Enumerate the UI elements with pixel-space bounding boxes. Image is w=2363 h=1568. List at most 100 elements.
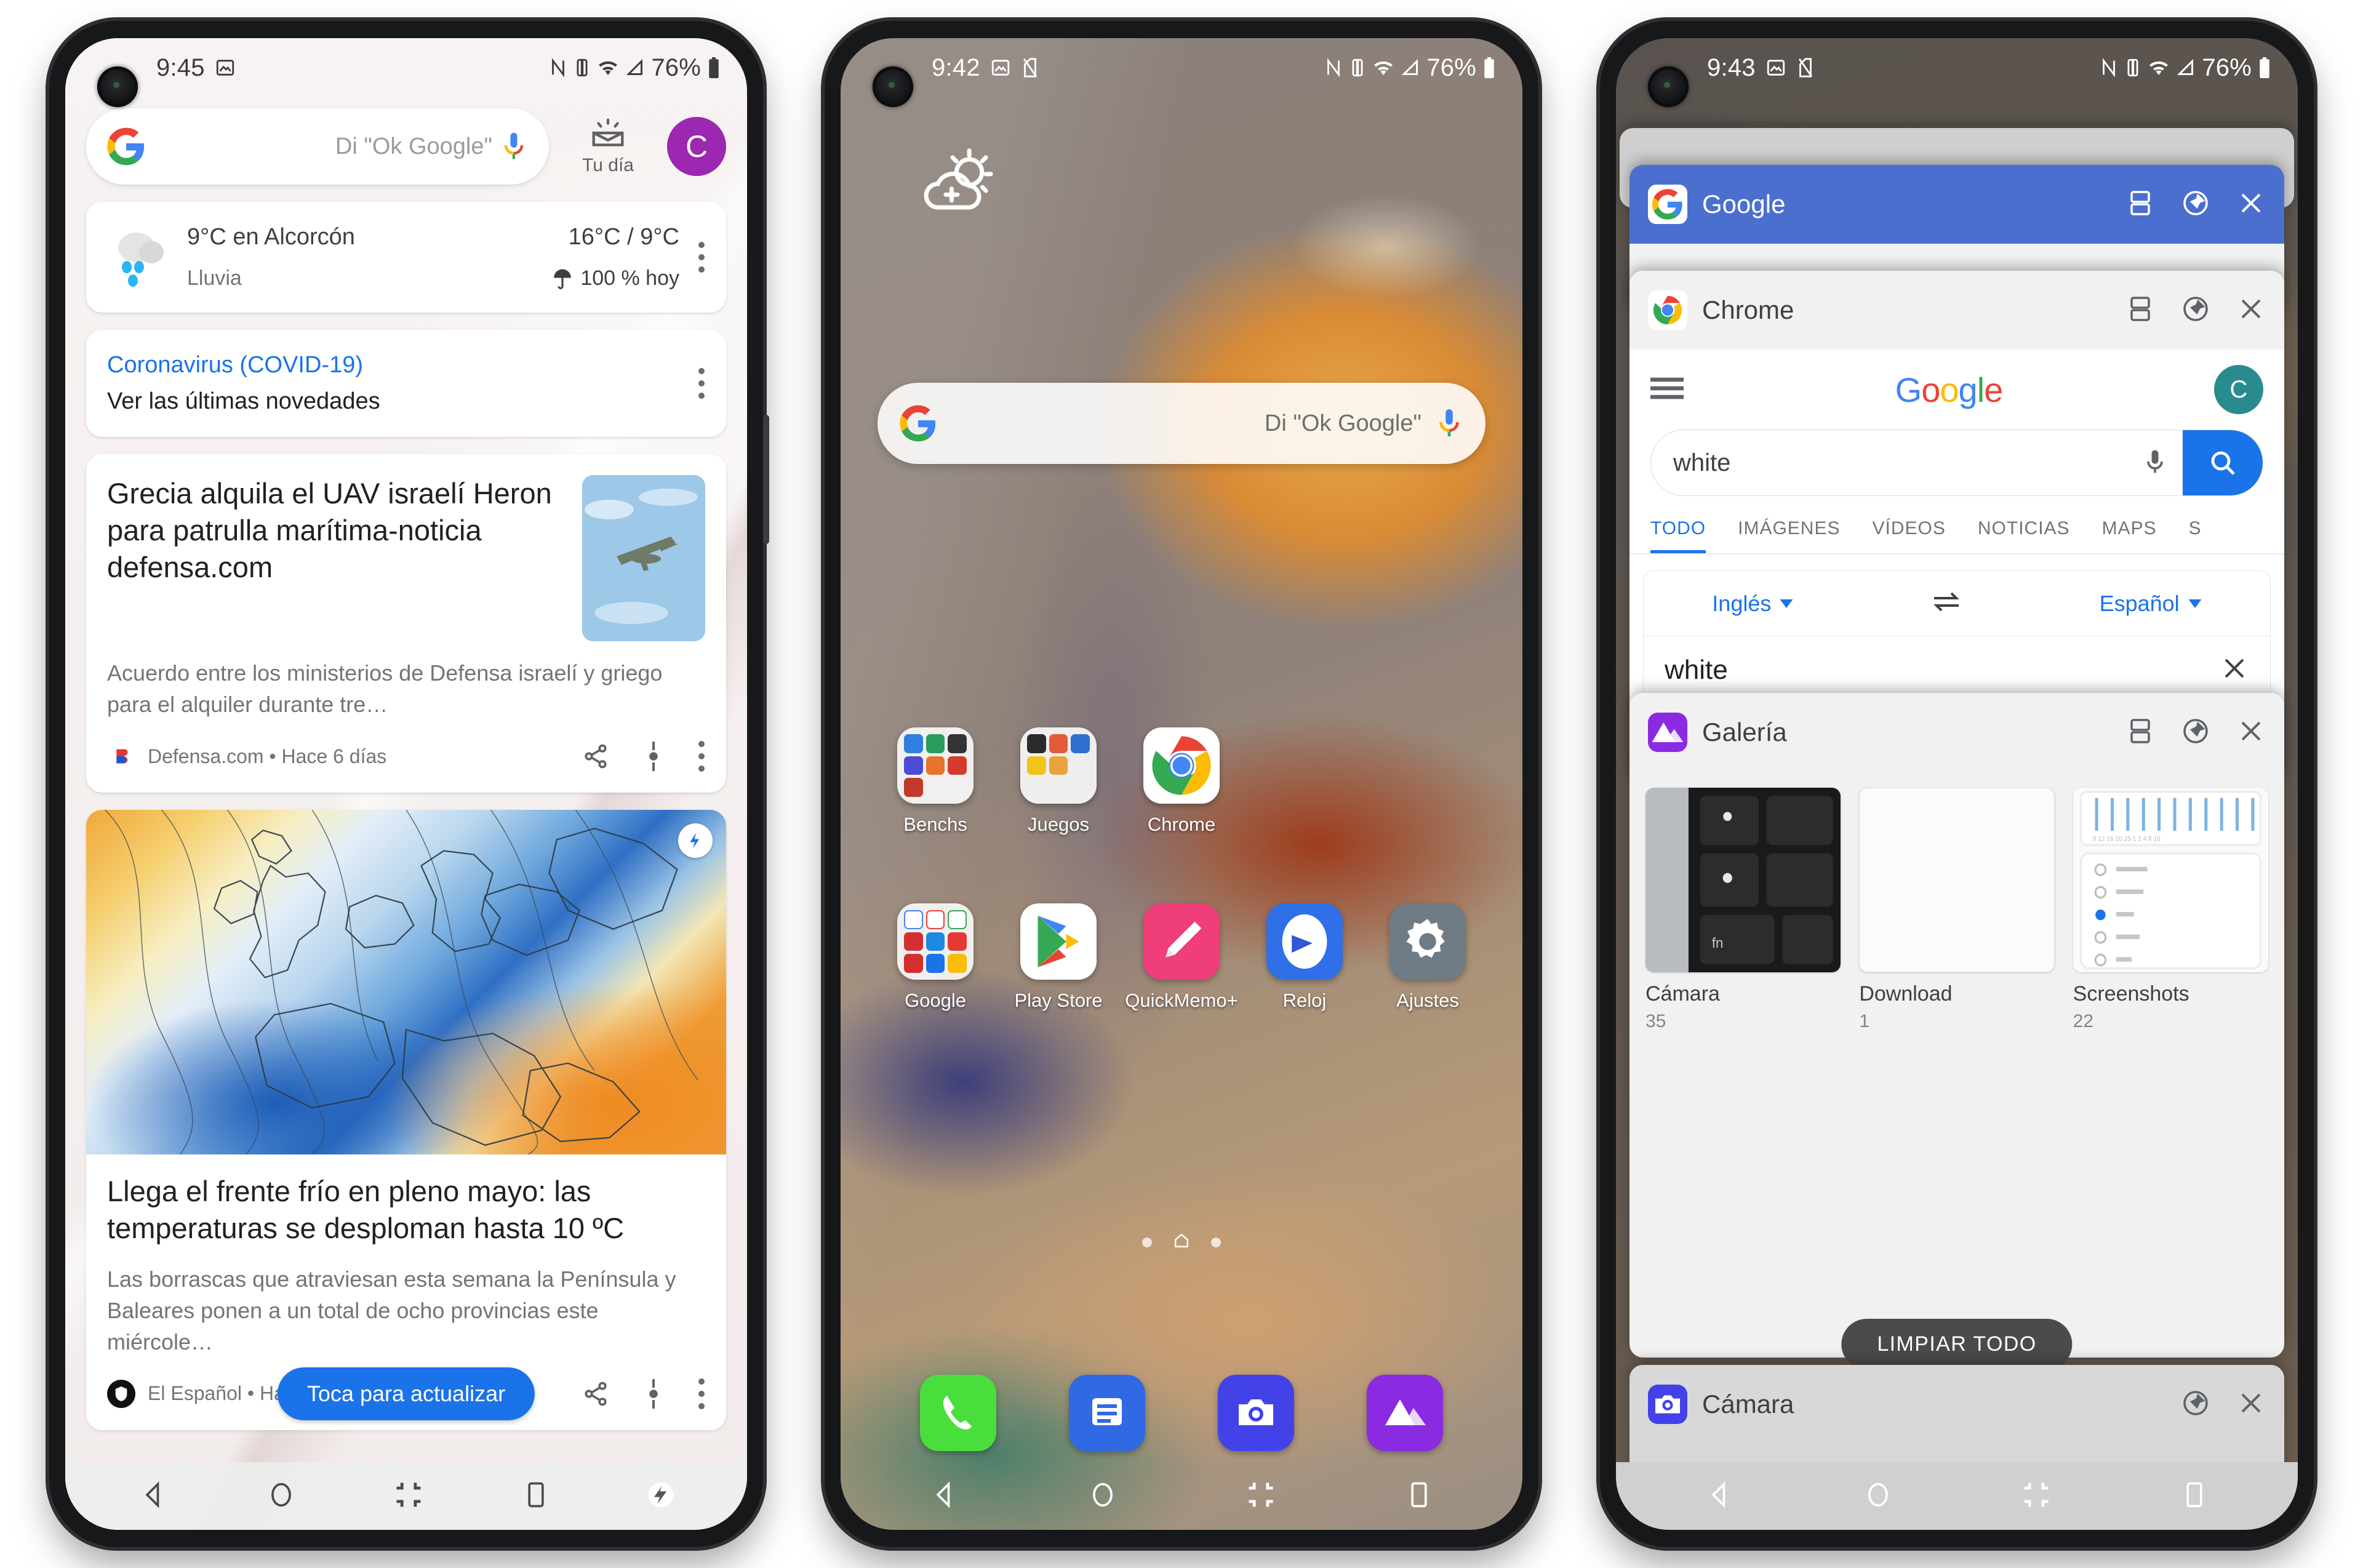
source-language-select[interactable]: Inglés	[1712, 591, 1793, 617]
swap-icon[interactable]	[1930, 590, 1962, 617]
share-icon[interactable]	[582, 1380, 609, 1407]
pin-icon[interactable]	[2181, 1388, 2210, 1421]
kebab-menu-icon[interactable]	[698, 741, 705, 772]
feature-card[interactable]: Llega el frente frío en pleno mayo: las …	[86, 810, 726, 1430]
avatar[interactable]: C	[2213, 365, 2263, 414]
gallery-album[interactable]: 8 12 16 20 25 1 2 4 8 16 Screenshots 22	[2073, 788, 2268, 1032]
messages-icon[interactable]	[1069, 1375, 1145, 1451]
rain-cloud-icon	[107, 220, 181, 294]
google-g-icon	[900, 405, 937, 442]
tab-videos[interactable]: VÍDEOS	[1873, 507, 1946, 553]
app-quickmemo[interactable]: QuickMemo+	[1120, 903, 1243, 1012]
mic-icon[interactable]	[2145, 448, 2165, 478]
clear-all-button[interactable]: LIMPIAR TODO	[1841, 1319, 2073, 1370]
split-screen-icon[interactable]	[2125, 188, 2155, 221]
more-vert-thin-icon[interactable]	[647, 742, 660, 772]
google-search-pill[interactable]: Di "Ok Google"	[86, 108, 549, 185]
back-icon[interactable]	[1704, 1479, 1736, 1514]
more-vert-thin-icon[interactable]	[647, 1378, 660, 1409]
weather-temp-location: 9°C en Alcorcón	[187, 224, 355, 250]
tab-more[interactable]: S	[2189, 507, 2202, 553]
tab-imagenes[interactable]: IMÁGENES	[1738, 507, 1840, 553]
pin-icon[interactable]	[2181, 716, 2210, 749]
refresh-button[interactable]: Toca para actualizar	[277, 1367, 535, 1420]
cloud-sun-add-icon[interactable]	[914, 143, 1001, 229]
back-icon[interactable]	[138, 1479, 170, 1514]
close-icon[interactable]	[2236, 1388, 2266, 1421]
gallery-album[interactable]: fn Cámara 35	[1645, 788, 1841, 1032]
avatar[interactable]: C	[667, 117, 726, 176]
close-icon[interactable]	[2236, 188, 2266, 221]
app-folder-google[interactable]: Google	[874, 903, 997, 1012]
weather-rain-chance: 100 % hoy	[580, 266, 679, 290]
phone-icon[interactable]	[920, 1375, 996, 1451]
covid-card[interactable]: Coronavirus (COVID-19) Ver las últimas n…	[86, 330, 726, 437]
recents-icon[interactable]	[1403, 1479, 1435, 1514]
search-button[interactable]	[2183, 430, 2263, 495]
your-day-button[interactable]: Tu día	[565, 117, 651, 176]
gallery-album[interactable]: Download 1	[1859, 788, 2055, 1032]
app-chrome[interactable]: Chrome	[1120, 727, 1243, 836]
pin-icon[interactable]	[2181, 294, 2210, 327]
split-screen-icon[interactable]	[2125, 294, 2155, 327]
recent-card-header: Galería	[1629, 693, 2284, 772]
app-folder-benchs[interactable]: Benchs	[874, 727, 997, 836]
pin-icon[interactable]	[2181, 188, 2210, 221]
quickmemo-icon	[1143, 903, 1220, 980]
page-dot[interactable]	[1211, 1237, 1221, 1247]
mic-icon[interactable]	[1435, 407, 1463, 440]
kebab-menu-icon[interactable]	[698, 242, 705, 273]
recents-icon[interactable]	[2178, 1479, 2210, 1514]
target-language-select[interactable]: Español	[2100, 591, 2202, 617]
camera-icon[interactable]	[1218, 1375, 1294, 1451]
home-icon[interactable]	[265, 1479, 297, 1514]
collapse-icon[interactable]	[393, 1479, 425, 1514]
split-screen-icon[interactable]	[2125, 716, 2155, 749]
translate-input-value: white	[1665, 654, 1728, 685]
back-icon[interactable]	[929, 1479, 961, 1514]
app-label: Benchs	[903, 814, 967, 835]
news-card[interactable]: Grecia alquila el UAV israelí Heron para…	[86, 454, 726, 793]
app-grid: Benchs Juegos Chrome Google Play Store Q…	[841, 727, 1522, 1012]
phone-home: 9:42 76% Di "Ok Google" Benchs Juegos Ch…	[825, 21, 1538, 1547]
recent-card-galeria[interactable]: Galería fn Cámara 35 Download 1 8 12 16 …	[1629, 693, 2284, 1358]
gallery-icon	[1648, 713, 1687, 752]
volume-button[interactable]	[763, 415, 769, 544]
chrome-icon	[1143, 727, 1220, 804]
close-icon[interactable]	[2236, 294, 2266, 327]
app-label: Google	[905, 990, 966, 1011]
google-top-bar: Google C	[1629, 350, 2284, 430]
weather-card[interactable]: 9°C en Alcorcón Lluvia 16°C / 9°C 100 % …	[86, 202, 726, 313]
status-bar: 9:43 76%	[1616, 38, 2298, 97]
mic-icon[interactable]	[500, 130, 528, 162]
navigation-bar	[1616, 1462, 2298, 1530]
app-settings[interactable]: Ajustes	[1366, 903, 1489, 1012]
home-icon[interactable]	[1087, 1479, 1119, 1514]
google-search-widget[interactable]: Di "Ok Google"	[878, 383, 1485, 464]
tab-noticias[interactable]: NOTICIAS	[1978, 507, 2070, 553]
quick-action-icon[interactable]	[647, 1481, 674, 1511]
album-thumbnail: 8 12 16 20 25 1 2 4 8 16	[2073, 788, 2268, 972]
page-dot[interactable]	[1142, 1237, 1152, 1247]
tab-todo[interactable]: TODO	[1650, 507, 1706, 553]
feature-headline: Llega el frente frío en pleno mayo: las …	[107, 1175, 625, 1245]
share-icon[interactable]	[582, 743, 609, 770]
kebab-menu-icon[interactable]	[698, 1378, 705, 1409]
translate-widget: Inglés Español white	[1643, 570, 2271, 704]
home-icon[interactable]	[1862, 1479, 1894, 1514]
kebab-menu-icon[interactable]	[698, 368, 705, 399]
wifi-icon	[1372, 58, 1394, 77]
close-icon[interactable]	[2236, 716, 2266, 749]
tab-maps[interactable]: MAPS	[2102, 507, 2157, 553]
app-play-store[interactable]: Play Store	[997, 903, 1120, 1012]
page-dot-home-current[interactable]	[1173, 1232, 1190, 1252]
recents-icon[interactable]	[520, 1479, 552, 1514]
close-icon[interactable]	[2220, 654, 2249, 686]
collapse-icon[interactable]	[1245, 1479, 1277, 1514]
app-clock[interactable]: Reloj	[1243, 903, 1366, 1012]
gallery-icon[interactable]	[1367, 1375, 1443, 1451]
search-input[interactable]: white	[1650, 430, 2263, 496]
hamburger-menu-icon[interactable]	[1650, 375, 1684, 404]
collapse-icon[interactable]	[2020, 1479, 2052, 1514]
app-folder-juegos[interactable]: Juegos	[997, 727, 1120, 836]
